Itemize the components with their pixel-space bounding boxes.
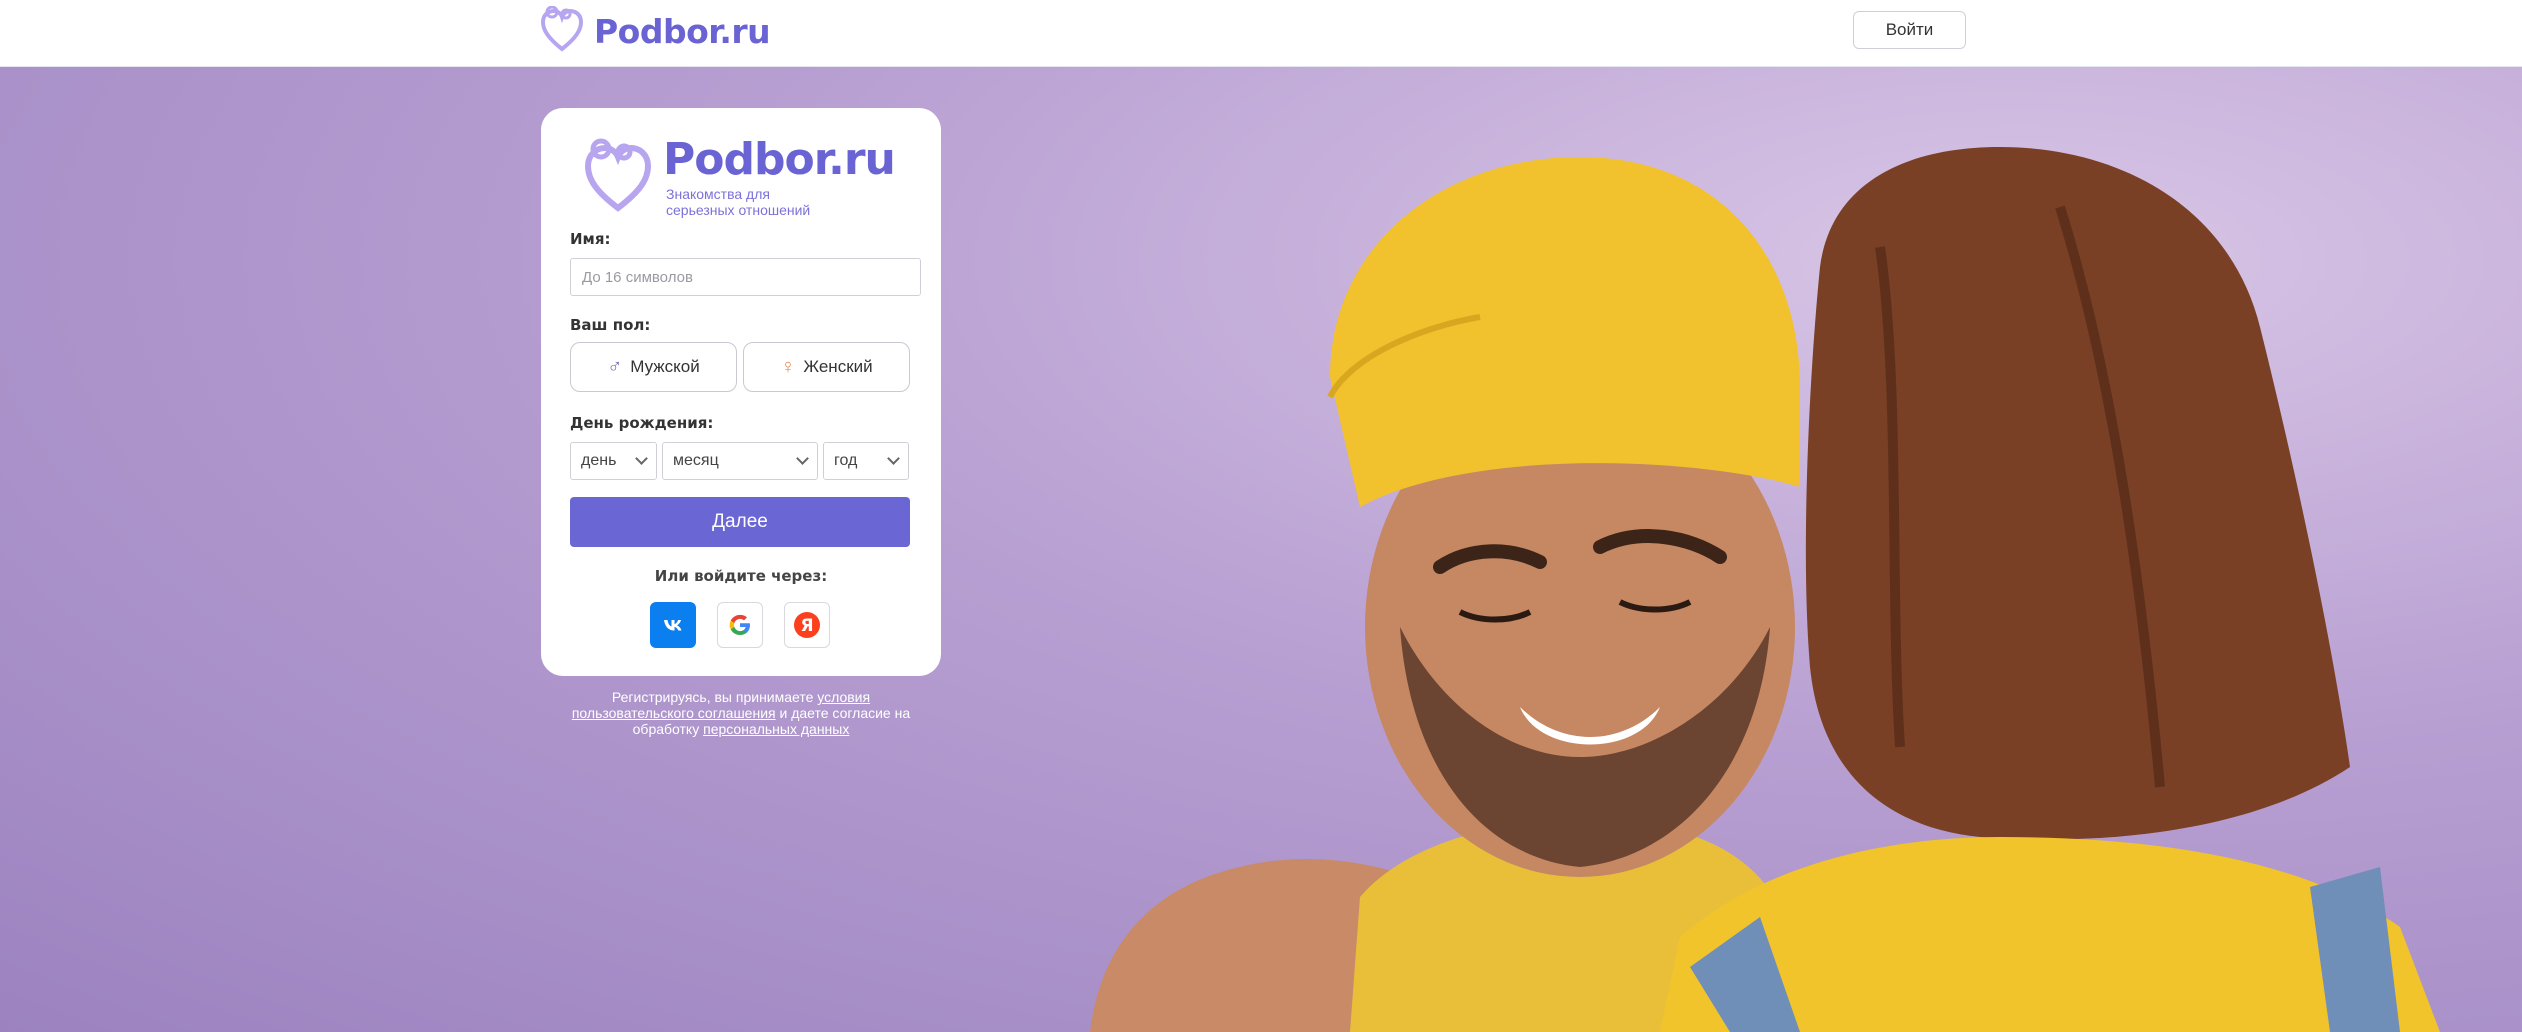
brand-logo[interactable]: Podbor.ru: [540, 5, 771, 57]
chevron-down-icon: [635, 452, 648, 465]
gender-female-button[interactable]: ♀ Женский: [743, 342, 910, 392]
couple-photo: [1090, 147, 2440, 1032]
vk-icon: [664, 620, 682, 631]
yandex-icon: Я: [794, 612, 820, 638]
male-symbol-icon: ♂: [607, 356, 623, 378]
birthday-label: День рождения:: [570, 414, 714, 432]
heart-logo-icon: [540, 5, 584, 57]
name-input[interactable]: [570, 258, 921, 296]
top-header: Podbor.ru Войти: [0, 0, 2522, 67]
gender-female-label: Женский: [803, 357, 873, 376]
month-select[interactable]: месяц: [662, 442, 818, 480]
day-select[interactable]: день: [570, 442, 657, 480]
year-select[interactable]: год: [823, 442, 909, 480]
female-symbol-icon: ♀: [780, 356, 796, 378]
or-login-label: Или войдите через:: [654, 567, 828, 585]
personal-data-link[interactable]: персональных данных: [703, 721, 849, 737]
heart-logo-icon: [583, 138, 653, 219]
registration-card: Podbor.ru Знакомства для серьезных отнош…: [541, 108, 941, 676]
brand-name: Podbor.ru: [594, 12, 771, 51]
next-button[interactable]: Далее: [570, 497, 910, 547]
gender-label: Ваш пол:: [570, 316, 651, 334]
day-select-value: день: [581, 452, 617, 469]
month-select-value: месяц: [673, 452, 719, 469]
hero-background: [0, 67, 2522, 1032]
svg-text:Я: Я: [800, 616, 813, 636]
logo-title: Podbor.ru: [663, 134, 896, 185]
name-label: Имя:: [570, 230, 611, 248]
gender-male-button[interactable]: ♂ Мужской: [570, 342, 737, 392]
card-logo: Podbor.ru Знакомства для серьезных отнош…: [583, 134, 896, 219]
login-button[interactable]: Войти: [1853, 11, 1966, 49]
gender-male-label: Мужской: [630, 357, 700, 376]
chevron-down-icon: [796, 452, 809, 465]
chevron-down-icon: [887, 452, 900, 465]
google-login-button[interactable]: [717, 602, 763, 648]
logo-text: Podbor.ru Знакомства для серьезных отнош…: [663, 134, 896, 219]
terms-text-1: Регистрируясь, вы принимаете: [611, 689, 818, 705]
logo-subtitle: Знакомства для серьезных отношений: [666, 186, 811, 218]
yandex-login-button[interactable]: Я: [784, 602, 830, 648]
vk-login-button[interactable]: [650, 602, 696, 648]
terms-text: Регистрируясь, вы принимаете условия пол…: [560, 689, 922, 737]
google-icon: [729, 614, 750, 635]
year-select-value: год: [834, 452, 858, 469]
